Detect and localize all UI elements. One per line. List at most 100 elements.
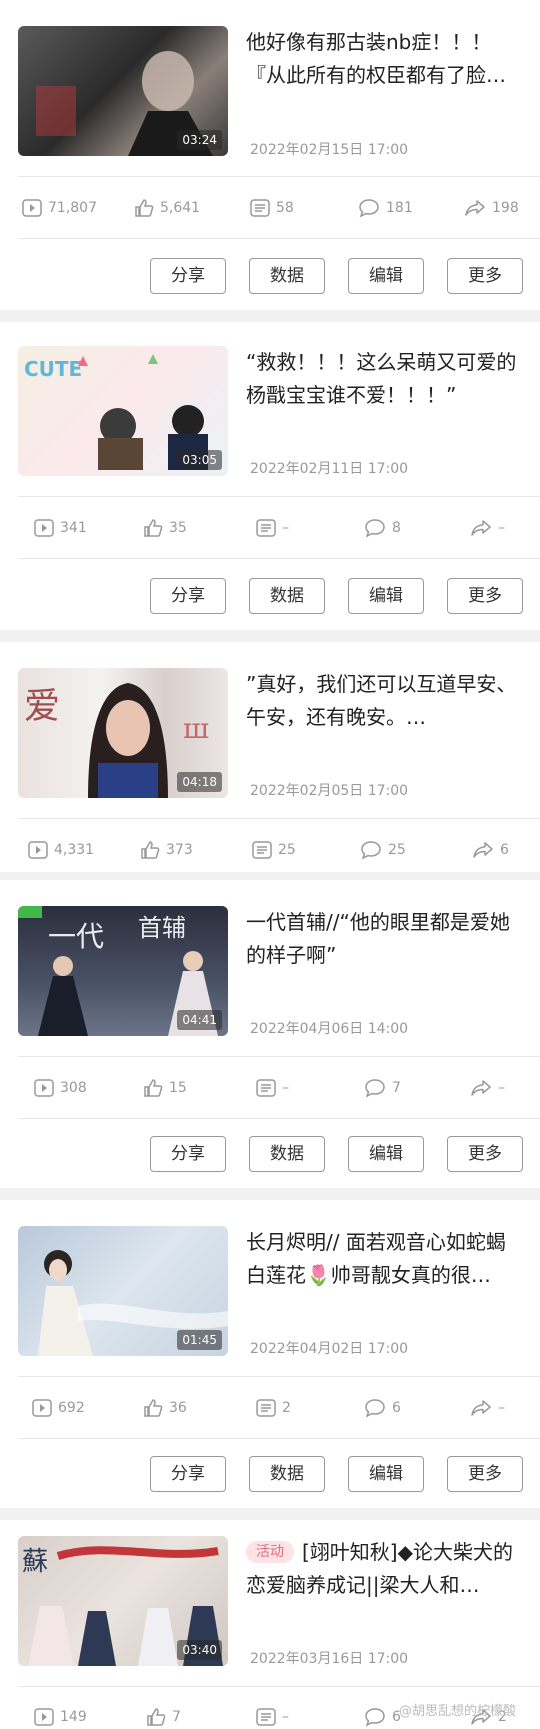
video-card[interactable]: 蘇 03:40 活动 [翊叶知秋]◆论大柴犬的恋爱脑养成记||梁大人和… 2022… — [0, 1520, 540, 1729]
video-title-text: 一代首辅//“他的眼里都是爱她的样子啊” — [246, 910, 510, 967]
more-button[interactable]: 更多 — [447, 258, 523, 294]
comments-stat[interactable]: 25 — [360, 834, 406, 866]
divider — [18, 176, 540, 177]
video-card[interactable]: 一代 首辅 04:41 一代首辅//“他的眼里都是爱她的样子啊” 2022年04… — [0, 880, 540, 1188]
likes-count: 36 — [169, 1400, 187, 1416]
shares-stat[interactable]: – — [470, 1072, 505, 1104]
shares-count: 6 — [500, 842, 509, 858]
shares-count: – — [498, 520, 505, 536]
views-count: 149 — [60, 1709, 87, 1725]
stats-row: 341 35 – 8 – — [0, 512, 540, 544]
data-button[interactable]: 数据 — [249, 1136, 325, 1172]
comments-stat[interactable]: 7 — [364, 1072, 401, 1104]
svg-text:一代: 一代 — [48, 920, 104, 953]
likes-stat[interactable]: 36 — [143, 1392, 187, 1424]
share-button[interactable]: 分享 — [150, 578, 226, 614]
action-buttons: 分享 数据 编辑 更多 — [0, 578, 540, 614]
like-icon — [144, 1079, 163, 1097]
video-title[interactable]: ”真好，我们还可以互道早安、午安，还有晚安。… — [246, 668, 524, 734]
data-button[interactable]: 数据 — [249, 1456, 325, 1492]
video-card[interactable]: 03:24 他好像有那古装nb症！！！『从此所有的权臣都有了脸… 2022年02… — [0, 0, 540, 310]
danmaku-stat: 2 — [256, 1392, 291, 1424]
video-title[interactable]: 活动 [翊叶知秋]◆论大柴犬的恋爱脑养成记||梁大人和… — [246, 1536, 524, 1602]
shares-stat[interactable]: – — [470, 512, 505, 544]
share-icon — [471, 1400, 491, 1416]
video-thumbnail[interactable]: CUTE 03:05 — [18, 346, 228, 476]
comments-stat[interactable]: 8 — [364, 512, 401, 544]
danmaku-icon — [252, 841, 272, 859]
edit-button[interactable]: 编辑 — [348, 1456, 424, 1492]
share-icon — [473, 842, 493, 858]
video-duration: 03:24 — [177, 130, 222, 150]
share-button[interactable]: 分享 — [150, 1456, 226, 1492]
share-button[interactable]: 分享 — [150, 258, 226, 294]
video-title[interactable]: 一代首辅//“他的眼里都是爱她的样子啊” — [246, 906, 524, 972]
video-thumbnail[interactable]: 爱 ш 04:18 — [18, 668, 228, 798]
svg-text:ш: ш — [183, 712, 209, 745]
divider — [18, 558, 540, 559]
action-buttons: 分享 数据 编辑 更多 — [0, 1456, 540, 1492]
likes-stat[interactable]: 15 — [143, 1072, 187, 1104]
danmaku-icon — [256, 1079, 276, 1097]
video-thumbnail[interactable]: 蘇 03:40 — [18, 1536, 228, 1666]
shares-count: 198 — [492, 200, 519, 216]
video-card[interactable]: 01:45 长月烬明// 面若观音心如蛇蝎白莲花🌷帅哥靓女真的很… 2022年0… — [0, 1200, 540, 1508]
shares-stat[interactable]: 198 — [464, 192, 519, 224]
data-button[interactable]: 数据 — [249, 578, 325, 614]
views-count: 71,807 — [48, 200, 97, 216]
video-card[interactable]: CUTE 03:05 “救救！！！这么呆萌又可爱的杨戬宝宝谁不爱！！！” 202… — [0, 322, 540, 630]
svg-text:CUTE: CUTE — [24, 357, 82, 381]
more-button[interactable]: 更多 — [447, 1136, 523, 1172]
likes-count: 15 — [169, 1080, 187, 1096]
comments-stat[interactable]: 181 — [358, 192, 413, 224]
video-card[interactable]: 爱 ш 04:18 ”真好，我们还可以互道早安、午安，还有晚安。… 2022年0… — [0, 642, 540, 872]
like-icon — [144, 519, 163, 537]
danmaku-stat: – — [256, 512, 289, 544]
data-button[interactable]: 数据 — [249, 258, 325, 294]
more-button[interactable]: 更多 — [447, 578, 523, 614]
divider — [18, 238, 540, 239]
edit-button[interactable]: 编辑 — [348, 578, 424, 614]
edit-button[interactable]: 编辑 — [348, 258, 424, 294]
action-buttons: 分享 数据 编辑 更多 — [0, 1136, 540, 1172]
danmaku-count: – — [282, 1080, 289, 1096]
comments-stat[interactable]: 6 — [364, 1701, 401, 1729]
svg-text:首辅: 首辅 — [138, 914, 186, 942]
video-title[interactable]: 他好像有那古装nb症！！！『从此所有的权臣都有了脸… — [246, 26, 524, 92]
danmaku-count: 25 — [278, 842, 296, 858]
shares-stat[interactable]: – — [470, 1392, 505, 1424]
video-duration: 04:41 — [177, 1010, 222, 1030]
likes-stat[interactable]: 373 — [140, 834, 193, 866]
likes-stat[interactable]: 35 — [143, 512, 187, 544]
play-icon — [34, 1708, 54, 1726]
danmaku-count: – — [282, 520, 289, 536]
comments-stat[interactable]: 6 — [364, 1392, 401, 1424]
more-button[interactable]: 更多 — [447, 1456, 523, 1492]
likes-count: 5,641 — [160, 200, 201, 216]
edit-button[interactable]: 编辑 — [348, 1136, 424, 1172]
share-button[interactable]: 分享 — [150, 1136, 226, 1172]
video-thumbnail[interactable]: 01:45 — [18, 1226, 228, 1356]
video-title-text: “救救！！！这么呆萌又可爱的杨戬宝宝谁不爱！！！” — [246, 350, 517, 407]
likes-count: 7 — [172, 1709, 181, 1725]
divider — [18, 818, 540, 819]
stats-row: 308 15 – 7 – — [0, 1072, 540, 1104]
video-thumbnail[interactable]: 03:24 — [18, 26, 228, 156]
comment-icon — [365, 1399, 385, 1418]
danmaku-stat: – — [256, 1072, 289, 1104]
video-title[interactable]: 长月烬明// 面若观音心如蛇蝎白莲花🌷帅哥靓女真的很… — [246, 1226, 524, 1292]
video-thumbnail[interactable]: 一代 首辅 04:41 — [18, 906, 228, 1036]
danmaku-icon — [256, 519, 276, 537]
shares-stat[interactable]: 6 — [472, 834, 509, 866]
watermark: @胡思乱想的柠檬酸 — [398, 1704, 516, 1719]
comments-count: 8 — [392, 520, 401, 536]
share-icon — [471, 520, 491, 536]
play-icon — [22, 199, 42, 217]
video-title[interactable]: “救救！！！这么呆萌又可爱的杨戬宝宝谁不爱！！！” — [246, 346, 524, 412]
likes-stat[interactable]: 5,641 — [134, 192, 200, 224]
publish-date: 2022年04月02日 17:00 — [250, 1341, 409, 1357]
likes-stat[interactable]: 7 — [146, 1701, 181, 1729]
shares-count: – — [498, 1400, 505, 1416]
like-icon — [147, 1708, 166, 1726]
publish-date: 2022年02月05日 17:00 — [250, 783, 409, 799]
